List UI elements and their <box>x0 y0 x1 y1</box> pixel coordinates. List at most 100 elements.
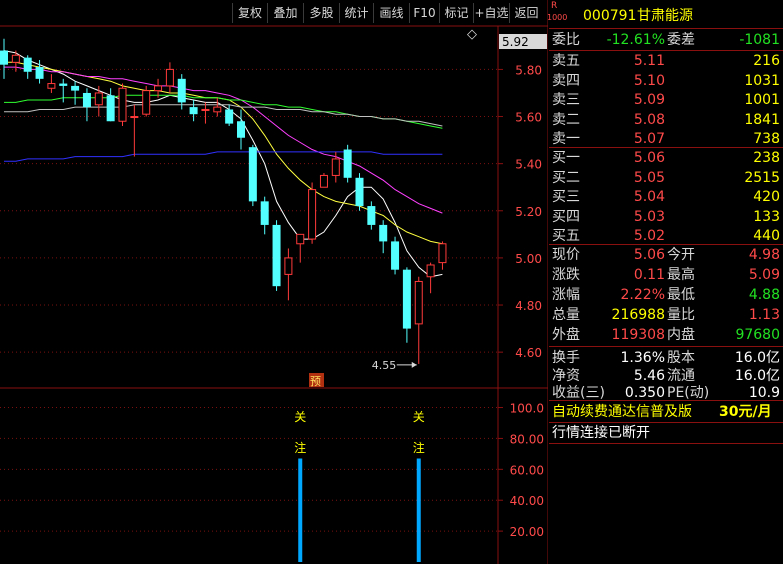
stat-row: 涨跌 0.11 最高 5.09 <box>549 265 783 285</box>
candle-body[interactable] <box>213 106 222 113</box>
stat-label: 今开 <box>667 247 695 263</box>
candle-body[interactable] <box>296 233 305 245</box>
ask-volume: 1031 <box>744 72 780 89</box>
indicator-tick-label: 80.00 <box>510 432 544 446</box>
candle-body[interactable] <box>106 95 115 122</box>
moving-average-line <box>4 151 443 162</box>
stat-value: 97680 <box>735 327 780 343</box>
stat-row: 外盘 119308 内盘 97680 <box>549 325 783 345</box>
candle-body[interactable] <box>260 201 269 225</box>
candle-body[interactable] <box>142 90 151 115</box>
ask-price: 5.09 <box>633 92 665 108</box>
bid-row: 买二 5.05 2515 <box>549 168 783 188</box>
candle-body[interactable] <box>426 264 435 278</box>
bid-volume: 440 <box>753 228 780 244</box>
stat-label: 涨幅 <box>552 287 580 303</box>
stat-label: 涨跌 <box>552 267 580 283</box>
promo-text[interactable]: 自动续费通达信普及版 <box>552 402 692 422</box>
candle-body[interactable] <box>319 174 328 188</box>
bid-label: 买一 <box>552 150 580 166</box>
candle-body[interactable] <box>414 280 423 325</box>
candle-body[interactable] <box>118 87 127 122</box>
weibi-value: -12.61% <box>606 32 665 48</box>
stat-value: 5.06 <box>633 247 665 263</box>
ask-volume: 1841 <box>744 111 780 128</box>
candle-body[interactable] <box>402 269 411 329</box>
ask-row: 卖一 5.07 738 <box>549 129 783 149</box>
candle-body[interactable] <box>35 67 44 79</box>
stat-value: 1.13 <box>748 307 780 323</box>
ask-row: 卖三 5.09 1001 <box>549 90 783 110</box>
candle-body[interactable] <box>189 107 198 115</box>
candle-body[interactable] <box>379 224 388 242</box>
ask-volume: 1001 <box>744 92 780 108</box>
bid-label: 买三 <box>552 189 580 205</box>
price-tick-label: 5.00 <box>515 252 542 266</box>
candle-body[interactable] <box>248 147 257 202</box>
ask-row: 卖五 5.11 216 <box>549 51 783 71</box>
bid-row: 买三 5.04 420 <box>549 187 783 207</box>
candle-body[interactable] <box>225 109 234 124</box>
bid-row: 买四 5.03 133 <box>549 207 783 227</box>
candle-body[interactable] <box>438 243 447 264</box>
stat-value: 119308 <box>611 327 665 343</box>
indicator-tick-label: 60.00 <box>510 463 544 477</box>
ask-price: 5.11 <box>633 53 665 69</box>
price-tick-label: 5.40 <box>515 158 542 172</box>
candle-body[interactable] <box>59 83 68 86</box>
candle-body[interactable] <box>71 85 80 91</box>
stat-value: 4.98 <box>748 247 780 263</box>
ask-label: 卖二 <box>552 111 580 128</box>
candle-body[interactable] <box>355 177 364 207</box>
candle-body[interactable] <box>331 158 340 176</box>
weicha-value: -1081 <box>739 32 780 48</box>
stat-value: 0.11 <box>633 267 665 283</box>
candle-body[interactable] <box>11 54 20 63</box>
candle-body[interactable] <box>130 116 139 119</box>
candle-body[interactable] <box>0 50 8 65</box>
candle-body[interactable] <box>47 83 56 89</box>
preview-badge-label[interactable]: 预 <box>310 375 321 388</box>
candle-body[interactable] <box>201 108 210 111</box>
weibi-label: 委比 <box>552 32 580 48</box>
candle-body[interactable] <box>237 121 245 138</box>
stat-value: 2.22% <box>620 287 665 303</box>
candle-body[interactable] <box>82 92 91 108</box>
promo-price[interactable]: 30元/月 <box>719 402 772 422</box>
stock-name[interactable]: 甘肃能源 <box>637 6 693 26</box>
candle-body[interactable] <box>367 206 376 225</box>
ask-label: 卖五 <box>552 53 580 69</box>
diamond-icon[interactable]: ◇ <box>467 27 477 42</box>
ask-label: 卖四 <box>552 72 580 89</box>
stat-row: 现价 5.06 今开 4.98 <box>549 245 783 265</box>
candle-body[interactable] <box>284 257 293 275</box>
bid-price: 5.04 <box>633 189 665 205</box>
candle-body[interactable] <box>177 78 186 103</box>
candle-body[interactable] <box>23 57 32 72</box>
stat-value: 5.09 <box>748 267 780 283</box>
kline-chart[interactable]: 5.80 5.60 5.40 5.20 5.00 4.80 4.60 5.92 ◇ 4.55 预 10… <box>0 0 548 564</box>
status-row: 行情连接已断开 <box>549 423 783 443</box>
badge-bottom: 1000 <box>547 13 568 22</box>
stock-code[interactable]: 000791 <box>583 6 636 26</box>
candle-body[interactable] <box>94 92 103 106</box>
candle-body[interactable] <box>343 149 352 178</box>
bid-volume: 133 <box>753 208 780 225</box>
indicator-marker-bottom: 注 <box>294 440 306 455</box>
price-tick-label: 4.80 <box>515 299 542 313</box>
candle-body[interactable] <box>391 241 400 270</box>
candle-body[interactable] <box>308 189 317 240</box>
indicator-tick-label: 100.0 <box>510 402 544 416</box>
indicator-bar <box>416 458 421 562</box>
ask-row: 卖二 5.08 1841 <box>549 110 783 130</box>
promo-row[interactable]: 自动续费通达信普及版 30元/月 <box>549 402 783 422</box>
candle-body[interactable] <box>165 68 174 87</box>
bid-price: 5.06 <box>633 150 665 166</box>
stat-row: 涨幅 2.22% 最低 4.88 <box>549 285 783 305</box>
badge-top: R <box>551 1 558 11</box>
candle-body[interactable] <box>272 224 281 287</box>
stat-label: 外盘 <box>552 327 580 343</box>
ask-label: 卖一 <box>552 131 580 147</box>
candle-body[interactable] <box>154 85 163 92</box>
stat-label: 总量 <box>552 307 580 323</box>
